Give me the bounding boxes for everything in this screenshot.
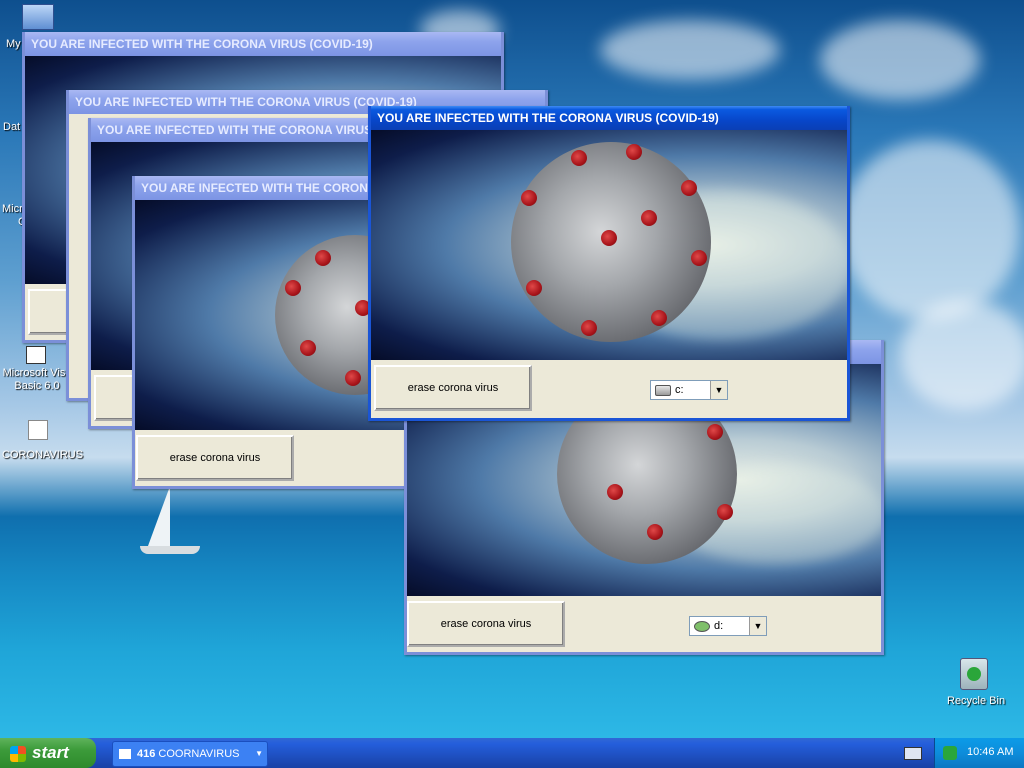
- drive-combobox[interactable]: c: ▼: [650, 380, 728, 400]
- chevron-down-icon: ▼: [255, 749, 263, 758]
- drive-icon: [694, 621, 710, 632]
- taskbar: start 416 COORNAVIRUS ▼ 10:46 AM: [0, 738, 1024, 768]
- virus-image: [371, 130, 847, 360]
- drive-combobox[interactable]: d: ▼: [689, 616, 767, 636]
- start-label: start: [32, 743, 69, 762]
- desktop: My Dat Micro C Microsoft Visu Basic 6.0 …: [0, 0, 1024, 738]
- clock[interactable]: 10:46 AM: [967, 746, 1013, 758]
- cloud: [820, 20, 980, 100]
- virus-spike: [285, 280, 301, 296]
- chevron-down-icon[interactable]: ▼: [710, 381, 727, 399]
- taskbar-group-button[interactable]: 416 COORNAVIRUS ▼: [112, 741, 268, 767]
- task-label: COORNAVIRUS: [158, 748, 240, 760]
- virus-spike: [707, 424, 723, 440]
- window-title: YOU ARE INFECTED WITH THE CORONA VIRUS (…: [371, 106, 847, 130]
- desktop-icon-label: Microsoft Visu Basic 6.0: [2, 367, 72, 392]
- sailboat-hull: [140, 546, 200, 554]
- folder-icon: [119, 749, 131, 760]
- start-button[interactable]: start: [0, 738, 96, 768]
- virus-spike: [626, 144, 642, 160]
- desktop-icon-label: CORONAVIRUS: [2, 449, 84, 461]
- erase-button[interactable]: erase corona virus: [374, 365, 532, 411]
- window-title: YOU ARE INFECTED WITH THE CORONA VIRUS (…: [25, 32, 501, 56]
- system-tray: 10:46 AM: [934, 738, 1024, 768]
- virus-spike: [641, 210, 657, 226]
- virus-spike: [345, 370, 361, 386]
- virus-spike: [651, 310, 667, 326]
- vb6-icon[interactable]: [26, 346, 46, 364]
- virus-spike: [647, 524, 663, 540]
- keyboard-icon[interactable]: [904, 747, 922, 760]
- recycle-bin-icon[interactable]: [960, 658, 988, 690]
- sailboat: [148, 486, 170, 546]
- chevron-down-icon[interactable]: ▼: [749, 617, 766, 635]
- folder-icon[interactable]: [28, 420, 48, 440]
- windows-logo-icon: [10, 745, 26, 762]
- virus-spike: [315, 250, 331, 266]
- cloud: [900, 300, 1024, 410]
- drive-value: d:: [714, 620, 724, 632]
- virus-window-active[interactable]: YOU ARE INFECTED WITH THE CORONA VIRUS (…: [368, 106, 850, 421]
- virus-spike: [526, 280, 542, 296]
- virus-spike: [691, 250, 707, 266]
- window-controls: erase corona virus c: ▼: [371, 360, 847, 418]
- desktop-icon-label: My: [6, 38, 21, 50]
- erase-button[interactable]: erase corona virus: [136, 435, 294, 481]
- virus-spike: [607, 484, 623, 500]
- desktop-icon-label: Dat: [3, 121, 21, 133]
- network-icon[interactable]: [943, 746, 957, 760]
- cloud: [840, 140, 1020, 320]
- drive-icon: [655, 385, 671, 396]
- virus-spike: [681, 180, 697, 196]
- drive-value: c:: [675, 384, 684, 396]
- erase-button[interactable]: erase corona virus: [407, 601, 565, 647]
- virus-spike: [601, 230, 617, 246]
- virus-spike: [717, 504, 733, 520]
- virus-spike: [571, 150, 587, 166]
- cloud: [600, 20, 780, 80]
- my-computer-icon[interactable]: [22, 4, 54, 30]
- desktop-icon-label: Recycle Bin: [947, 695, 1006, 707]
- virus-spike: [521, 190, 537, 206]
- task-count: 416: [137, 748, 156, 760]
- virus-spike: [300, 340, 316, 356]
- window-controls: erase corona virus d: ▼: [407, 596, 881, 652]
- virus-spike: [581, 320, 597, 336]
